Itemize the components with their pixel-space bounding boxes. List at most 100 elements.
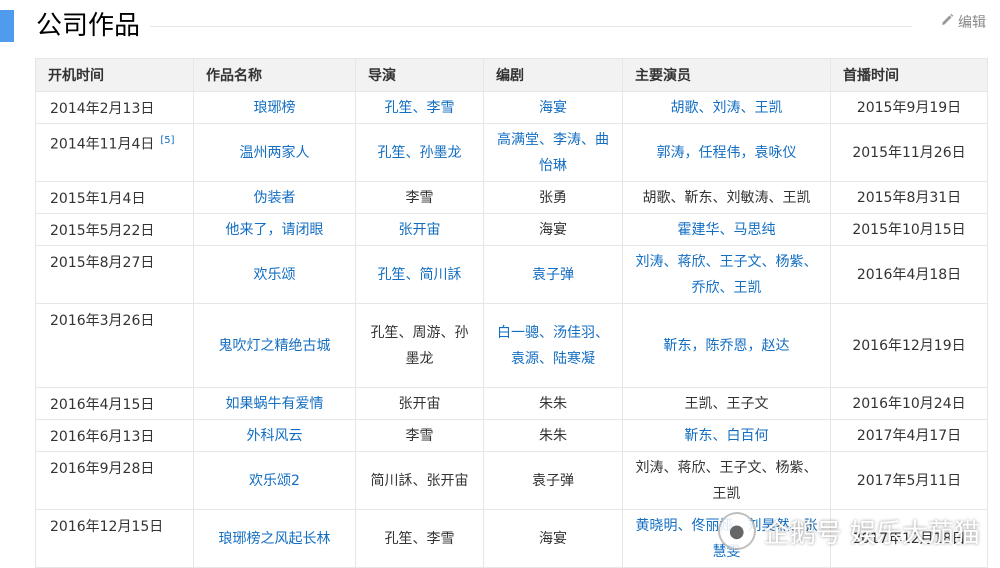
premiere-cell: 2015年8月31日 (830, 181, 988, 214)
writer-cell: 高满堂、李涛、曲怡琳 (483, 123, 623, 182)
header-cast: 主要演员 (622, 58, 831, 92)
title-link[interactable]: 他来了，请闭眼 (226, 222, 324, 238)
premiere-cell: 2015年11月26日 (830, 123, 988, 182)
title-cell[interactable]: 欢乐颂2 (193, 451, 356, 510)
cast-link[interactable]: 郭涛，任程伟，袁咏仪 (657, 145, 797, 161)
premiere-cell: 2016年10月24日 (830, 387, 988, 420)
title-link[interactable]: 外科风云 (247, 428, 303, 444)
start-date-cell: 2016年4月15日 (35, 387, 194, 420)
start-date-cell: 2015年8月27日 (35, 245, 194, 304)
start-date-cell: 2015年5月22日 (35, 213, 194, 246)
title-cell[interactable]: 他来了，请闭眼 (193, 213, 356, 246)
cast-cell: 靳东，陈乔恩，赵达 (622, 303, 831, 388)
table-row: 2016年9月28日 欢乐颂2 简川訸、张开宙 袁子弹 刘涛、蒋欣、王子文、杨紫… (35, 451, 988, 510)
cast-cell: 霍建华、马思纯 (622, 213, 831, 246)
start-date-cell: 2016年6月13日 (35, 419, 194, 452)
premiere-cell: 2017年4月17日 (830, 419, 988, 452)
cast-cell: 胡歌、靳东、刘敏涛、王凯 (622, 181, 831, 214)
cast-link[interactable]: 胡歌、刘涛、王凯 (671, 100, 783, 116)
start-date-cell: 2016年3月26日 (35, 303, 194, 388)
premiere-cell: 2016年12月19日 (830, 303, 988, 388)
cast-link[interactable]: 霍建华、马思纯 (678, 222, 776, 238)
title-link[interactable]: 欢乐颂 (254, 267, 296, 283)
title-cell[interactable]: 琅琊榜之风起长林 (193, 509, 356, 568)
writer-cell: 海宴 (483, 509, 623, 568)
title-link[interactable]: 鬼吹灯之精绝古城 (219, 338, 331, 354)
penguin-icon: ● (717, 512, 756, 550)
edit-button[interactable]: 编辑 (940, 12, 986, 32)
title-cell[interactable]: 欢乐颂 (193, 245, 356, 304)
director-cell: 李雪 (355, 419, 484, 452)
section-accent-bar (0, 10, 14, 42)
start-date-cell: 2014年11月4日 [5] (35, 123, 194, 182)
cast-link[interactable]: 靳东、白百何 (685, 428, 769, 444)
writer-cell: 白一骢、汤佳羽、袁源、陆寒凝 (483, 303, 623, 388)
director-link[interactable]: 孔笙、李雪 (385, 100, 455, 116)
cast-cell: 王凯、王子文 (622, 387, 831, 420)
cast-cell: 靳东、白百何 (622, 419, 831, 452)
header-writer: 编剧 (483, 58, 623, 92)
writer-cell: 朱朱 (483, 387, 623, 420)
watermark: ● 企鹅号 娱乐大茄猫 (717, 512, 980, 550)
table-row: 2015年5月22日 他来了，请闭眼 张开宙 海宴 霍建华、马思纯 2015年1… (35, 213, 988, 246)
cast-link[interactable]: 靳东，陈乔恩，赵达 (664, 338, 790, 354)
start-date-cell: 2015年1月4日 (35, 181, 194, 214)
premiere-cell: 2015年9月19日 (830, 91, 988, 124)
cast-cell: 刘涛、蒋欣、王子文、杨紫、乔欣、王凯 (622, 245, 831, 304)
start-date-text: 2014年11月4日 (50, 136, 155, 153)
director-link[interactable]: 张开宙 (399, 222, 441, 238)
writer-cell: 海宴 (483, 213, 623, 246)
premiere-cell: 2017年5月11日 (830, 451, 988, 510)
header-director: 导演 (355, 58, 484, 92)
section-title: 公司作品 (36, 11, 141, 41)
table-row: 2014年2月13日 琅琊榜 孔笙、李雪 海宴 胡歌、刘涛、王凯 2015年9月… (35, 91, 988, 124)
reference-link[interactable]: [5] (160, 135, 174, 146)
watermark-text: 企鹅号 娱乐大茄猫 (763, 518, 980, 549)
table-row: 2016年3月26日 鬼吹灯之精绝古城 孔笙、周游、孙墨龙 白一骢、汤佳羽、袁源… (35, 303, 988, 388)
table-header-row: 开机时间 作品名称 导演 编剧 主要演员 首播时间 (35, 58, 988, 92)
writer-cell: 海宴 (483, 91, 623, 124)
title-link[interactable]: 如果蜗牛有爱情 (226, 396, 324, 412)
cast-cell: 刘涛、蒋欣、王子文、杨紫、王凯 (622, 451, 831, 510)
writer-cell: 朱朱 (483, 419, 623, 452)
cast-cell: 郭涛，任程伟，袁咏仪 (622, 123, 831, 182)
premiere-cell: 2016年4月18日 (830, 245, 988, 304)
edit-label: 编辑 (958, 15, 986, 31)
director-cell: 孔笙、孙墨龙 (355, 123, 484, 182)
director-cell: 张开宙 (355, 387, 484, 420)
title-link[interactable]: 欢乐颂2 (249, 473, 300, 489)
title-link[interactable]: 琅琊榜 (254, 100, 296, 116)
writer-cell: 袁子弹 (483, 451, 623, 510)
start-date-cell: 2016年12月15日 (35, 509, 194, 568)
title-cell[interactable]: 温州两家人 (193, 123, 356, 182)
title-cell[interactable]: 琅琊榜 (193, 91, 356, 124)
director-cell: 孔笙、简川訸 (355, 245, 484, 304)
table-row: 2016年6月13日 外科风云 李雪 朱朱 靳东、白百何 2017年4月17日 (35, 419, 988, 452)
premiere-cell: 2015年10月15日 (830, 213, 988, 246)
writer-link[interactable]: 白一骢、汤佳羽、袁源、陆寒凝 (497, 325, 609, 367)
writer-link[interactable]: 高满堂、李涛、曲怡琳 (497, 132, 609, 174)
title-cell[interactable]: 如果蜗牛有爱情 (193, 387, 356, 420)
writer-link[interactable]: 海宴 (539, 100, 567, 116)
start-date-cell: 2014年2月13日 (35, 91, 194, 124)
director-cell: 简川訸、张开宙 (355, 451, 484, 510)
writer-cell: 袁子弹 (483, 245, 623, 304)
title-link[interactable]: 伪装者 (254, 190, 296, 206)
director-cell: 李雪 (355, 181, 484, 214)
title-divider (150, 26, 912, 27)
title-link[interactable]: 琅琊榜之风起长林 (219, 531, 331, 547)
table-row: 2016年4月15日 如果蜗牛有爱情 张开宙 朱朱 王凯、王子文 2016年10… (35, 387, 988, 420)
title-cell[interactable]: 外科风云 (193, 419, 356, 452)
title-cell[interactable]: 鬼吹灯之精绝古城 (193, 303, 356, 388)
writer-link[interactable]: 袁子弹 (532, 267, 574, 283)
company-works-table: 开机时间 作品名称 导演 编剧 主要演员 首播时间 2014年2月13日 琅琊榜… (35, 58, 988, 568)
title-link[interactable]: 温州两家人 (240, 145, 310, 161)
director-cell: 张开宙 (355, 213, 484, 246)
director-cell: 孔笙、李雪 (355, 509, 484, 568)
cast-link[interactable]: 刘涛、蒋欣、王子文、杨紫、乔欣、王凯 (636, 254, 818, 296)
title-cell[interactable]: 伪装者 (193, 181, 356, 214)
director-link[interactable]: 孔笙、孙墨龙 (378, 145, 462, 161)
director-link[interactable]: 孔笙、简川訸 (378, 267, 462, 283)
table-row: 2014年11月4日 [5] 温州两家人 孔笙、孙墨龙 高满堂、李涛、曲怡琳 郭涛… (35, 123, 988, 182)
director-cell: 孔笙、周游、孙墨龙 (355, 303, 484, 388)
